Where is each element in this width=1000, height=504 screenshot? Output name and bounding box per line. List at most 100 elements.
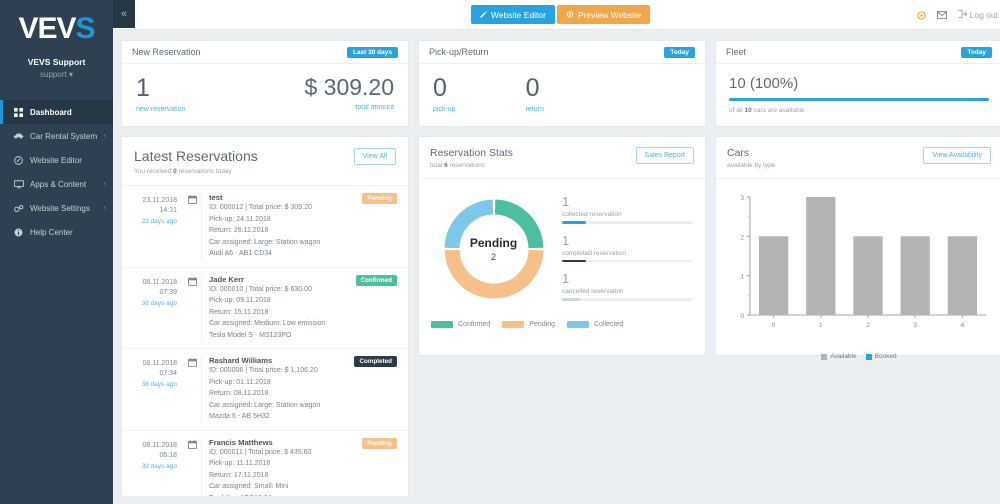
card-header: Pick-up/Return Today: [419, 41, 705, 64]
reservation-line-3: Return: 26.11.2018: [209, 227, 269, 234]
preview-website-button[interactable]: Preview Website: [556, 5, 651, 24]
reservation-relative-time: 38 days ago: [141, 299, 177, 307]
metric-progress-fill: [562, 221, 586, 224]
pickup-label: pick-up: [433, 106, 456, 113]
logo-accent: S: [75, 12, 96, 45]
fleet-card: Fleet Today 10 (100%) of all 10 cars are…: [715, 40, 1000, 127]
brand-account[interactable]: support ▾: [0, 70, 113, 79]
reservation-time-value: 07:34: [159, 370, 177, 378]
calendar-icon: [184, 438, 201, 497]
reservation-relative-time: 39 days ago: [141, 462, 177, 470]
calendar-icon: [184, 275, 201, 342]
reservation-line-5: Mazda 6 - AB 5H32: [209, 413, 270, 420]
info-icon: [12, 228, 25, 237]
metric-label: cancelled reservation: [562, 288, 624, 295]
sidebar-label: Apps & Content: [30, 179, 87, 189]
legend-item: Booked: [865, 353, 897, 360]
sidebar-item-apps-content[interactable]: Apps & Content ‹: [0, 172, 113, 196]
card-title: Reservation Stats: [430, 147, 513, 159]
metric-value: 1: [562, 271, 570, 286]
table-row[interactable]: 23.11.2018 14:31 23 days ago test ID: 000012…: [122, 186, 408, 268]
gear-icon[interactable]: [916, 10, 926, 20]
table-row[interactable]: 08.11.2018 06:18 39 days ago Francis Matthe…: [122, 431, 408, 497]
sidebar-label: Website Editor: [30, 155, 82, 165]
card-title: Cars: [727, 147, 750, 159]
pickup-block: 0 pick-up: [433, 74, 456, 114]
fleet-headline: 10 (100%): [729, 75, 799, 92]
page-title: Latest Reservations: [134, 148, 258, 164]
pickup-count: 0: [433, 74, 447, 102]
reservation-time-value: 14:31: [159, 207, 177, 215]
new-reservation-count-block: 1 new reservation: [136, 76, 186, 114]
reservation-line-3: Return: 08.11.2018: [209, 390, 269, 397]
reservation-line-2: Pick-up: 01.11.2018: [209, 378, 271, 386]
pencil-icon: [480, 10, 487, 20]
reservation-metrics: 1 collected reservation 1 completed reserva…: [556, 193, 693, 311]
reservation-date-value: 08.11.2018: [142, 360, 177, 367]
donut-value: 2: [490, 252, 496, 262]
view-all-button[interactable]: View All: [353, 148, 396, 165]
card-header: Fleet Today: [716, 41, 1000, 64]
reservation-line-2: Pick-up: 11.11.2018: [209, 460, 271, 467]
new-reservation-card: New Reservation Last 30 days 1 new reser…: [121, 40, 409, 127]
donut-center-label: Pending 2: [438, 193, 550, 305]
card-header: Reservation Stats total 6 reservations S…: [419, 137, 705, 179]
logo-main: VEV: [18, 12, 76, 45]
envelope-icon[interactable]: [936, 11, 947, 19]
view-availability-button[interactable]: View Availability: [923, 147, 991, 164]
content: New Reservation Last 30 days 1 new reser…: [113, 30, 1000, 497]
cars-heading: Cars available by type: [727, 147, 775, 169]
reservation-line-1: ID: 000011 | Total price: $ 435.60: [209, 448, 312, 456]
logout-button[interactable]: Log out: [958, 10, 998, 20]
x-tick-label: 3: [913, 322, 917, 329]
y-tick-label: 2: [740, 234, 744, 241]
topbar: Website Editor Preview Website Log out: [113, 0, 1000, 30]
table-row[interactable]: 08.11.2018 07:34 38 days ago Rashard Willia…: [122, 349, 408, 431]
status-badge: Pending: [362, 437, 397, 449]
card-header: New Reservation Last 30 days: [122, 41, 408, 64]
sales-report-button[interactable]: Sales Report: [635, 147, 694, 164]
bar: [853, 236, 883, 315]
metric-item: 1 cancelled reservation: [562, 272, 693, 301]
metric-progress-fill: [562, 298, 581, 301]
sidebar-item-website-editor[interactable]: Website Editor: [0, 148, 113, 172]
metric-item: 1 completed reservation: [562, 232, 693, 262]
reservation-line-1: ID: 000010 | Total price: $ 630.00: [209, 285, 312, 293]
sidebar-collapse-button[interactable]: «: [113, 0, 135, 28]
vevs-logo: VEVS: [18, 12, 96, 45]
legend-label: Available: [830, 353, 857, 360]
reservation-line-3: Return: 17.11.2018: [209, 471, 269, 479]
sidebar-item-help-center[interactable]: Help Center: [0, 220, 113, 244]
pickup-return-card: Pick-up/Return Today 0 pick-up 0 return: [418, 40, 706, 127]
metric-progress: [562, 221, 693, 224]
legend-swatch: [865, 353, 872, 360]
sidebar-item-website-settings[interactable]: Website Settings ‹: [0, 196, 113, 220]
dashboard-app: VEVS VEVS Support support ▾ Dashboard Ca…: [0, 0, 1000, 504]
x-tick-label: 1: [819, 322, 823, 329]
reservation-time-value: 06:18: [159, 451, 177, 459]
reservation-date-value: 08.11.2018: [142, 278, 177, 286]
fleet-progress-bar: [729, 98, 989, 101]
new-reservation-count-label: new reservation: [136, 106, 186, 113]
metric-value: 1: [562, 232, 570, 248]
y-tick-label: 3: [740, 195, 744, 202]
grid-icon: [12, 107, 25, 117]
reservation-stats-subtitle: total 6 reservations: [430, 162, 485, 169]
new-reservation-amount-block: $ 309.20 total amount: [304, 76, 394, 113]
sidebar-label: Dashboard: [30, 107, 72, 117]
reservation-time-value: 07:39: [159, 288, 177, 296]
bar: [806, 197, 836, 315]
reservation-date: 23.11.2018 14:31 23 days ago: [128, 193, 184, 260]
stats-row: New Reservation Last 30 days 1 new reser…: [121, 40, 1000, 127]
legend-label: Collected: [594, 320, 624, 328]
sidebar-item-dashboard[interactable]: Dashboard: [0, 100, 113, 124]
card-header: Latest Reservations You received 0 reser…: [122, 137, 408, 186]
sidebar-item-car-rental-system[interactable]: Car Rental System ‹: [0, 124, 113, 148]
reservation-line-5: Tesla Model S - MS123PO: [209, 331, 292, 339]
website-editor-button[interactable]: Website Editor: [470, 5, 555, 24]
chevron-right-icon: ‹: [103, 204, 106, 212]
table-row[interactable]: 08.11.2018 07:39 38 days ago Jade Kerr ID: 0…: [122, 268, 408, 349]
return-count: 0: [525, 74, 540, 102]
reservations-list: 23.11.2018 14:31 23 days ago test ID: 000012…: [122, 186, 408, 496]
legend-swatch: [821, 353, 828, 360]
